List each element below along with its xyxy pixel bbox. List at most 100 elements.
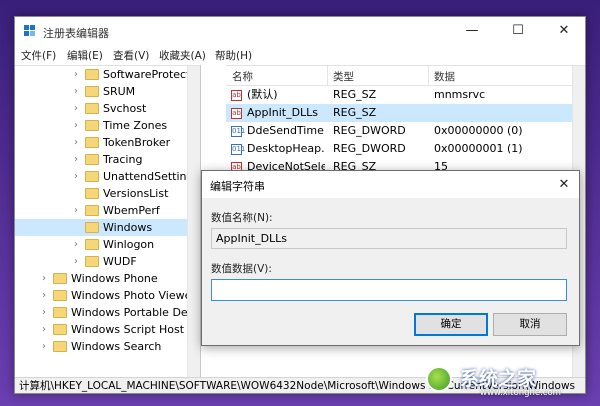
folder-icon <box>85 205 99 216</box>
maximize-button[interactable]: ☐ <box>495 17 541 45</box>
string-value-icon: ab <box>231 90 242 101</box>
tree-item-label: Windows Script Host <box>71 323 185 336</box>
tree-item-windows[interactable]: Windows <box>15 219 187 236</box>
tree-item-label: Windows <box>103 221 153 234</box>
watermark-logo-icon <box>426 366 452 392</box>
column-header-type[interactable]: 类型 <box>333 69 354 84</box>
dialog-title: 编辑字符串 <box>210 180 265 193</box>
tree-item-label: WUDF <box>103 255 137 268</box>
binary-value-icon: 011 <box>231 126 246 137</box>
folder-icon <box>85 188 99 199</box>
site-watermark: 系统之家 www.xitonghe.com <box>420 364 590 400</box>
tree-item-wudf[interactable]: › WUDF <box>15 253 187 270</box>
minimize-button[interactable]: — <box>449 17 495 45</box>
menu-view[interactable]: 查看(V) <box>113 48 149 63</box>
tree-item-svchost[interactable]: › Svchost <box>15 100 187 117</box>
expand-chevron-icon[interactable]: › <box>39 287 49 304</box>
value-data: 0x00000001 (1) <box>434 142 523 155</box>
value-row-ddesendtimeout[interactable]: 011 DdeSendTime... REG_DWORD 0x00000000 … <box>226 122 572 140</box>
close-button[interactable]: ✕ <box>541 17 585 45</box>
folder-icon <box>85 239 99 250</box>
expand-chevron-icon[interactable]: › <box>71 100 81 117</box>
dialog-title-bar[interactable]: 编辑字符串 ✕ <box>202 171 579 198</box>
expand-chevron-icon[interactable]: › <box>71 253 81 270</box>
tree-item-label: TokenBroker <box>103 136 171 149</box>
tree-item-label: Windows Search <box>71 340 162 353</box>
registry-editor-icon <box>24 25 36 37</box>
value-name-field: AppInit_DLLs <box>211 228 567 249</box>
tree-item-tracing[interactable]: › Tracing <box>15 151 187 168</box>
value-data: 0x00000000 (0) <box>434 124 523 137</box>
tree-item-winlogon[interactable]: › Winlogon <box>15 236 187 253</box>
column-divider[interactable] <box>327 66 328 86</box>
value-type: REG_DWORD <box>333 142 406 155</box>
folder-icon <box>53 341 67 352</box>
ok-button[interactable]: 确定 <box>414 313 488 336</box>
string-value-icon: ab <box>231 108 242 119</box>
title-bar[interactable]: 注册表编辑器 — ☐ ✕ <box>15 17 585 45</box>
registry-key-tree[interactable]: › SoftwareProtectionPla › SRUM › Svchost… <box>15 65 201 377</box>
value-row-default[interactable]: ab (默认) REG_SZ mnmsrvc <box>226 86 572 104</box>
expand-chevron-icon[interactable]: › <box>71 202 81 219</box>
tree-item-label: Tracing <box>103 153 143 166</box>
tree-item-softwareprotectionplatform[interactable]: › SoftwareProtectionPla <box>15 66 200 83</box>
tree-item-windows-script-host[interactable]: › Windows Script Host <box>15 321 187 338</box>
menu-help[interactable]: 帮助(H) <box>215 48 252 63</box>
column-header-name[interactable]: 名称 <box>232 69 253 84</box>
expand-chevron-icon[interactable]: › <box>39 338 49 355</box>
menu-favorites[interactable]: 收藏夹(A) <box>159 48 206 63</box>
tree-item-windows-photo-viewer[interactable]: › Windows Photo Viewer <box>15 287 196 304</box>
folder-icon <box>85 171 99 182</box>
expand-chevron-icon[interactable]: › <box>39 270 49 287</box>
value-name: DdeSendTime... <box>247 124 325 137</box>
value-name: DesktopHeap... <box>247 142 325 155</box>
tree-scrollbar[interactable] <box>187 66 200 377</box>
cancel-button[interactable]: 取消 <box>493 313 567 336</box>
tree-item-unattendsettings[interactable]: › UnattendSettings <box>15 168 199 185</box>
tree-item-wbemperf[interactable]: › WbemPerf <box>15 202 187 219</box>
tree-item-tokenbroker[interactable]: › TokenBroker <box>15 134 187 151</box>
value-type: REG_DWORD <box>333 124 406 137</box>
edit-string-dialog: 编辑字符串 ✕ 数值名称(N): AppInit_DLLs 数值数据(V): 确… <box>201 170 580 346</box>
tree-item-label: UnattendSettings <box>103 170 200 183</box>
expand-chevron-icon[interactable]: › <box>71 83 81 100</box>
folder-icon <box>85 137 99 148</box>
expand-chevron-icon[interactable]: › <box>71 151 81 168</box>
expand-chevron-icon[interactable]: › <box>71 134 81 151</box>
value-data: mnmsrvc <box>434 88 486 101</box>
value-name-label: 数值名称(N): <box>211 212 273 224</box>
tree-item-time-zones[interactable]: › Time Zones <box>15 117 187 134</box>
dialog-close-button[interactable]: ✕ <box>549 171 579 198</box>
expand-chevron-icon[interactable]: › <box>39 304 49 321</box>
tree-item-label: Windows Phone <box>71 272 158 285</box>
folder-icon <box>53 290 67 301</box>
folder-icon <box>85 69 99 80</box>
expand-chevron-icon[interactable]: › <box>71 236 81 253</box>
tree-item-label: VersionsList <box>103 187 169 200</box>
expand-chevron-icon[interactable]: › <box>39 321 49 338</box>
value-row-desktopheaplogging[interactable]: 011 DesktopHeap... REG_DWORD 0x00000001 … <box>226 140 572 158</box>
expand-chevron-icon[interactable]: › <box>71 168 81 185</box>
tree-item-versionslist[interactable]: VersionsList <box>15 185 187 202</box>
tree-item-windows-portable-devices[interactable]: › Windows Portable Devices <box>15 304 200 321</box>
folder-icon <box>85 120 99 131</box>
value-type: REG_SZ <box>333 88 377 101</box>
expand-chevron-icon[interactable]: › <box>71 66 81 83</box>
tree-item-srum[interactable]: › SRUM <box>15 83 187 100</box>
tree-item-label: Windows Photo Viewer <box>71 289 196 302</box>
value-name: AppInit_DLLs <box>247 106 319 119</box>
folder-icon <box>53 307 67 318</box>
menu-bar: 文件(F) 编辑(E) 查看(V) 收藏夹(A) 帮助(H) <box>15 45 585 65</box>
column-divider[interactable] <box>428 66 429 86</box>
expand-chevron-icon[interactable]: › <box>71 117 81 134</box>
tree-item-windows-search[interactable]: › Windows Search <box>15 338 187 355</box>
menu-file[interactable]: 文件(F) <box>21 48 56 63</box>
menu-edit[interactable]: 编辑(E) <box>67 48 103 63</box>
tree-item-windows-phone[interactable]: › Windows Phone <box>15 270 187 287</box>
tree-item-label: WbemPerf <box>103 204 160 217</box>
value-name: (默认) <box>247 88 278 101</box>
column-header-data[interactable]: 数据 <box>434 69 455 84</box>
value-row-appinit-dlls[interactable]: ab AppInit_DLLs REG_SZ <box>226 104 572 122</box>
value-data-input[interactable] <box>211 279 567 301</box>
watermark-url: www.xitonghe.com <box>480 388 561 398</box>
